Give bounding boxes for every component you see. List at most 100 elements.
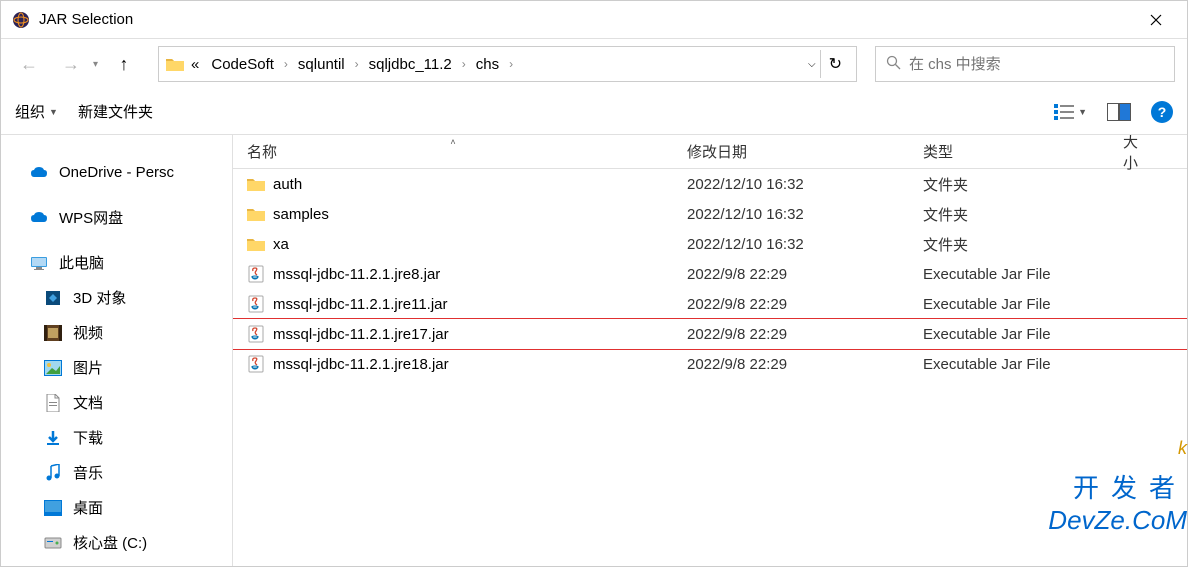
file-date: 2022/9/8 22:29 xyxy=(673,296,909,313)
breadcrumb-item[interactable]: sqljdbc_11.2 xyxy=(363,56,458,73)
file-name: samples xyxy=(273,206,329,223)
file-date: 2022/12/10 16:32 xyxy=(673,176,909,193)
breadcrumb-dropdown-icon[interactable]: ⌵ xyxy=(804,55,820,74)
window-title: JAR Selection xyxy=(39,11,1133,28)
folder-icon xyxy=(247,235,265,253)
date-column-header[interactable]: 修改日期 xyxy=(673,141,909,162)
file-row[interactable]: mssql-jdbc-11.2.1.jre17.jar2022/9/8 22:2… xyxy=(233,319,1187,349)
file-row[interactable]: mssql-jdbc-11.2.1.jre11.jar 2022/9/8 22:2… xyxy=(233,289,1187,319)
file-date: 2022/9/8 22:29 xyxy=(673,356,909,373)
sidebar-item-cloud-blue[interactable]: WPS网盘 xyxy=(1,200,232,235)
desktop-icon xyxy=(43,499,63,517)
breadcrumb-separator[interactable]: › xyxy=(280,57,292,71)
music-icon xyxy=(43,464,63,482)
size-column-header[interactable]: 大小 xyxy=(1109,135,1149,173)
sidebar-item-label: 文档 xyxy=(73,392,103,413)
column-headers: 名称 ˄ 修改日期 类型 大小 xyxy=(233,135,1187,169)
breadcrumb-prefix[interactable]: « xyxy=(185,56,205,73)
sidebar-item-video[interactable]: 视频 xyxy=(1,315,232,350)
toolbar: 组织 ▼ 新建文件夹 ▼ ? xyxy=(1,89,1187,135)
search-input[interactable] xyxy=(909,56,1164,73)
sidebar-item-pictures[interactable]: 图片 xyxy=(1,350,232,385)
file-name: xa xyxy=(273,236,289,253)
sidebar-item-label: 3D 对象 xyxy=(73,287,126,308)
file-name: mssql-jdbc-11.2.1.jre8.jar xyxy=(273,266,440,283)
sidebar-item-music[interactable]: 音乐 xyxy=(1,455,232,490)
sidebar-item-label: 视频 xyxy=(73,322,103,343)
sidebar-item-desktop[interactable]: 桌面 xyxy=(1,490,232,525)
folder-icon xyxy=(247,175,265,193)
cloud-blue-icon xyxy=(29,164,49,182)
file-type: 文件夹 xyxy=(909,204,1109,225)
file-date: 2022/12/10 16:32 xyxy=(673,206,909,223)
sidebar-item-computer[interactable]: 此电脑 xyxy=(1,245,232,280)
folder-icon xyxy=(247,205,265,223)
eclipse-icon xyxy=(11,10,31,30)
file-name: auth xyxy=(273,176,302,193)
sidebar-item-disk[interactable]: 核心盘 (C:) xyxy=(1,525,232,560)
breadcrumb[interactable]: « CodeSoft › sqluntil › sqljdbc_11.2 › c… xyxy=(158,46,857,82)
help-button[interactable]: ? xyxy=(1151,101,1173,123)
sidebar-item-cloud-blue[interactable]: OneDrive - Persc xyxy=(1,155,232,190)
new-folder-label: 新建文件夹 xyxy=(78,101,153,122)
breadcrumb-item[interactable]: chs xyxy=(470,56,505,73)
organize-label: 组织 xyxy=(15,101,45,122)
file-row[interactable]: mssql-jdbc-11.2.1.jre8.jar2022/9/8 22:29… xyxy=(233,259,1187,289)
jar-icon xyxy=(247,355,265,373)
file-name: mssql-jdbc-11.2.1.jre18.jar xyxy=(273,356,449,373)
sidebar-item-label: 核心盘 (C:) xyxy=(73,532,147,553)
type-column-header[interactable]: 类型 xyxy=(909,141,1109,162)
sidebar-item-label: OneDrive - Persc xyxy=(59,164,174,181)
file-name: mssql-jdbc-11.2.1.jre11.jar xyxy=(273,296,448,313)
preview-right-icon xyxy=(1119,103,1131,121)
history-dropdown[interactable]: ▾ xyxy=(93,59,98,70)
file-type: 文件夹 xyxy=(909,174,1109,195)
downloads-icon xyxy=(43,429,63,447)
preview-left-icon xyxy=(1107,103,1119,121)
refresh-button[interactable]: ↻ xyxy=(821,50,850,78)
sidebar-item-label: 音乐 xyxy=(73,462,103,483)
jar-icon xyxy=(247,325,265,343)
breadcrumb-separator[interactable]: › xyxy=(505,57,517,71)
file-type: Executable Jar File xyxy=(909,356,1109,373)
folder-icon xyxy=(165,55,185,73)
organize-menu[interactable]: 组织 ▼ xyxy=(15,101,58,122)
disk-icon xyxy=(43,534,63,552)
file-list: 名称 ˄ 修改日期 类型 大小 auth2022/12/10 16:32文件夹s… xyxy=(233,135,1187,566)
view-menu[interactable]: ▼ xyxy=(1054,104,1087,120)
new-folder-button[interactable]: 新建文件夹 xyxy=(78,101,153,122)
name-column-header[interactable]: 名称 ˄ xyxy=(233,141,673,162)
up-button[interactable]: ↑ xyxy=(108,48,140,80)
sidebar-item-3d[interactable]: 3D 对象 xyxy=(1,280,232,315)
search-box[interactable] xyxy=(875,46,1175,82)
sidebar: OneDrive - Persc WPS网盘此电脑 3D 对象视频图片文档下载音乐桌… xyxy=(1,135,233,566)
breadcrumb-item[interactable]: CodeSoft xyxy=(205,56,280,73)
close-button[interactable] xyxy=(1133,4,1179,36)
sidebar-item-label: 下载 xyxy=(73,427,103,448)
file-row[interactable]: samples 2022/12/10 16:32文件夹 xyxy=(233,199,1187,229)
breadcrumb-item[interactable]: sqluntil xyxy=(292,56,351,73)
file-type: 文件夹 xyxy=(909,234,1109,255)
name-column-label: 名称 xyxy=(247,144,277,161)
file-row[interactable]: mssql-jdbc-11.2.1.jre18.jar 2022/9/8 22:2… xyxy=(233,349,1187,379)
file-rows: auth2022/12/10 16:32文件夹samples2022/12/10… xyxy=(233,169,1187,379)
jar-icon xyxy=(247,295,265,313)
back-button[interactable]: ← xyxy=(13,48,45,80)
preview-pane-button[interactable] xyxy=(1107,103,1131,121)
sidebar-item-label: 桌面 xyxy=(73,497,103,518)
sort-ascending-icon: ˄ xyxy=(450,137,455,147)
sidebar-item-documents[interactable]: 文档 xyxy=(1,385,232,420)
forward-button[interactable]: → xyxy=(55,48,87,80)
computer-icon xyxy=(29,254,49,272)
pictures-icon xyxy=(43,359,63,377)
file-row[interactable]: xa2022/12/10 16:32文件夹 xyxy=(233,229,1187,259)
jar-icon xyxy=(247,265,265,283)
3d-icon xyxy=(43,289,63,307)
sidebar-item-downloads[interactable]: 下载 xyxy=(1,420,232,455)
file-row[interactable]: auth 2022/12/10 16:32文件夹 xyxy=(233,169,1187,199)
breadcrumb-separator[interactable]: › xyxy=(458,57,470,71)
breadcrumb-separator[interactable]: › xyxy=(351,57,363,71)
video-icon xyxy=(43,324,63,342)
main-content: OneDrive - Persc WPS网盘此电脑 3D 对象视频图片文档下载音乐桌… xyxy=(1,135,1187,566)
file-name: mssql-jdbc-11.2.1.jre17.jar xyxy=(273,326,449,343)
